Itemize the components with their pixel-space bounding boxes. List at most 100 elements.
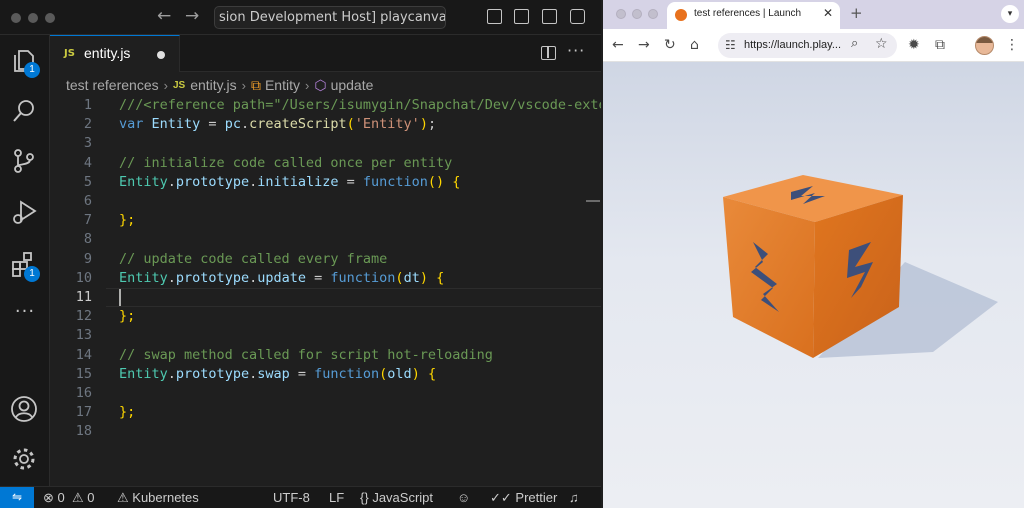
close-window-button[interactable] (616, 9, 626, 19)
remote-indicator-icon[interactable]: ⇋ (0, 487, 34, 508)
zoom-window-button[interactable] (45, 13, 55, 23)
playcanvas-scene[interactable] (603, 62, 1024, 508)
code-token: . (249, 173, 258, 190)
close-window-button[interactable] (11, 13, 21, 23)
code-token: update (257, 269, 306, 286)
code-token: function (314, 365, 380, 382)
close-tab-icon[interactable]: ✕ (823, 6, 833, 20)
profile-avatar[interactable] (975, 36, 994, 55)
text-cursor (119, 289, 121, 306)
line-number: 2 (83, 116, 92, 133)
minimize-window-button[interactable] (632, 9, 642, 19)
address-bar[interactable]: ☷ https://launch.play... ⌕ ☆ (718, 33, 897, 58)
code-line[interactable]: 5 Entity.prototype.initialize = function(… (50, 173, 601, 192)
code-token: }; (119, 212, 136, 229)
tab-label: entity.js (84, 45, 131, 61)
run-debug-icon[interactable] (10, 198, 40, 228)
new-tab-icon[interactable]: + (850, 4, 863, 22)
search-icon[interactable] (10, 97, 40, 127)
kubernetes-label: Kubernetes (132, 490, 199, 505)
breadcrumb-folder[interactable]: test references (66, 77, 159, 93)
split-editor-icon[interactable] (541, 46, 556, 60)
prettier-status[interactable]: ✓✓ Prettier (490, 490, 557, 506)
tab-search-chevron-icon[interactable]: ▾ (1001, 5, 1019, 23)
reload-icon[interactable]: ↻ (664, 37, 676, 53)
code-line[interactable]: 15 Entity.prototype.swap = function(old) … (50, 365, 601, 384)
code-line[interactable]: 17}; (50, 403, 601, 422)
customize-layout-icon[interactable] (570, 9, 585, 24)
code-token: . (249, 269, 258, 286)
code-token: Entity (119, 269, 168, 286)
command-center[interactable]: sion Development Host] playcanvas (W (214, 6, 446, 29)
copilot-icon[interactable]: ☺ (457, 490, 470, 505)
manage-gear-icon[interactable] (10, 445, 40, 475)
breadcrumb-file[interactable]: entity.js (190, 77, 236, 93)
playcanvas-favicon-icon (675, 9, 687, 21)
web-viewport[interactable] (603, 62, 1024, 508)
browser-menu-icon[interactable]: ⋮ (1005, 37, 1019, 53)
code-token: . (249, 365, 258, 382)
chevron-right-icon: › (163, 77, 168, 93)
back-arrow-icon[interactable]: ← (612, 37, 624, 53)
code-token: initialize (257, 173, 339, 190)
kubernetes-status[interactable]: ⚠ Kubernetes (117, 490, 199, 506)
toggle-primary-sidebar-icon[interactable] (487, 9, 502, 24)
extensions-puzzle-icon[interactable]: ⧉ (935, 37, 945, 53)
code-line[interactable]: 2 var Entity = pc.createScript('Entity'); (50, 115, 601, 134)
breadcrumb-class[interactable]: Entity (265, 77, 300, 93)
javascript-file-icon: JS (64, 48, 75, 59)
code-text: // update code called every frame (119, 250, 387, 269)
code-line[interactable]: 8 (50, 230, 601, 249)
code-line[interactable]: 11 (50, 288, 601, 307)
code-line[interactable]: 12}; (50, 307, 601, 326)
code-line[interactable]: 18 (50, 422, 601, 441)
notifications-bell-icon[interactable]: ♫ (569, 490, 579, 505)
code-line[interactable]: 9 // update code called every frame (50, 250, 601, 269)
problems-indicator[interactable]: ⊗ 0 ⚠ 0 (43, 490, 95, 506)
forward-arrow-icon[interactable]: → (638, 37, 650, 53)
more-actions-icon[interactable]: ··· (567, 41, 585, 60)
code-line[interactable]: 16 (50, 384, 601, 403)
bookmark-star-icon[interactable]: ☆ (875, 36, 888, 52)
line-number: 18 (75, 423, 92, 440)
zoom-window-button[interactable] (648, 9, 658, 19)
more-views-icon[interactable]: ··· (10, 301, 40, 331)
toggle-secondary-sidebar-icon[interactable] (542, 9, 557, 24)
zoom-magnifier-icon[interactable]: ⌕ (851, 36, 858, 51)
home-icon[interactable]: ⌂ (690, 37, 699, 53)
double-check-icon: ✓✓ (490, 490, 512, 505)
code-line[interactable]: 10 Entity.prototype.update = function(dt)… (50, 269, 601, 288)
breadcrumb-method[interactable]: update (331, 77, 374, 93)
back-arrow-icon[interactable]: ← (157, 6, 171, 26)
encoding-status[interactable]: UTF-8 (273, 490, 310, 505)
title-bar: ← → sion Development Host] playcanvas (W (0, 0, 601, 35)
line-number: 8 (83, 231, 92, 248)
toggle-panel-icon[interactable] (514, 9, 529, 24)
site-info-icon[interactable]: ☷ (725, 38, 736, 52)
minimize-window-button[interactable] (28, 13, 38, 23)
browser-tab[interactable]: test references | Launch ✕ (667, 2, 840, 29)
code-editor[interactable]: 1 ///<reference path="/Users/isumygin/Sna… (50, 96, 601, 486)
code-line[interactable]: 13 (50, 326, 601, 345)
code-line[interactable]: 6 (50, 192, 601, 211)
forward-arrow-icon[interactable]: → (185, 6, 199, 26)
accounts-icon[interactable] (10, 395, 40, 425)
error-icon: ⊗ (43, 490, 54, 505)
extension-gear-icon[interactable]: ✹ (908, 37, 920, 53)
code-line[interactable]: 4 // initialize code called once per enti… (50, 154, 601, 173)
line-number: 1 (83, 97, 92, 113)
eol-status[interactable]: LF (329, 490, 344, 505)
code-token: function (330, 269, 396, 286)
unsaved-dot-icon[interactable] (157, 51, 165, 59)
code-text: }; (119, 211, 135, 230)
line-number: 4 (83, 154, 92, 171)
code-line[interactable]: 1 ///<reference path="/Users/isumygin/Sna… (50, 96, 601, 115)
code-line[interactable]: 7}; (50, 211, 601, 230)
code-line[interactable]: 3 (50, 134, 601, 153)
code-token: prototype (175, 269, 250, 286)
tab-entity-js[interactable]: JS entity.js (50, 35, 180, 72)
code-token: Entity (119, 365, 168, 382)
source-control-icon[interactable] (10, 147, 40, 177)
code-line[interactable]: 14 // swap method called for script hot-r… (50, 346, 601, 365)
language-mode[interactable]: {} JavaScript (360, 490, 433, 505)
